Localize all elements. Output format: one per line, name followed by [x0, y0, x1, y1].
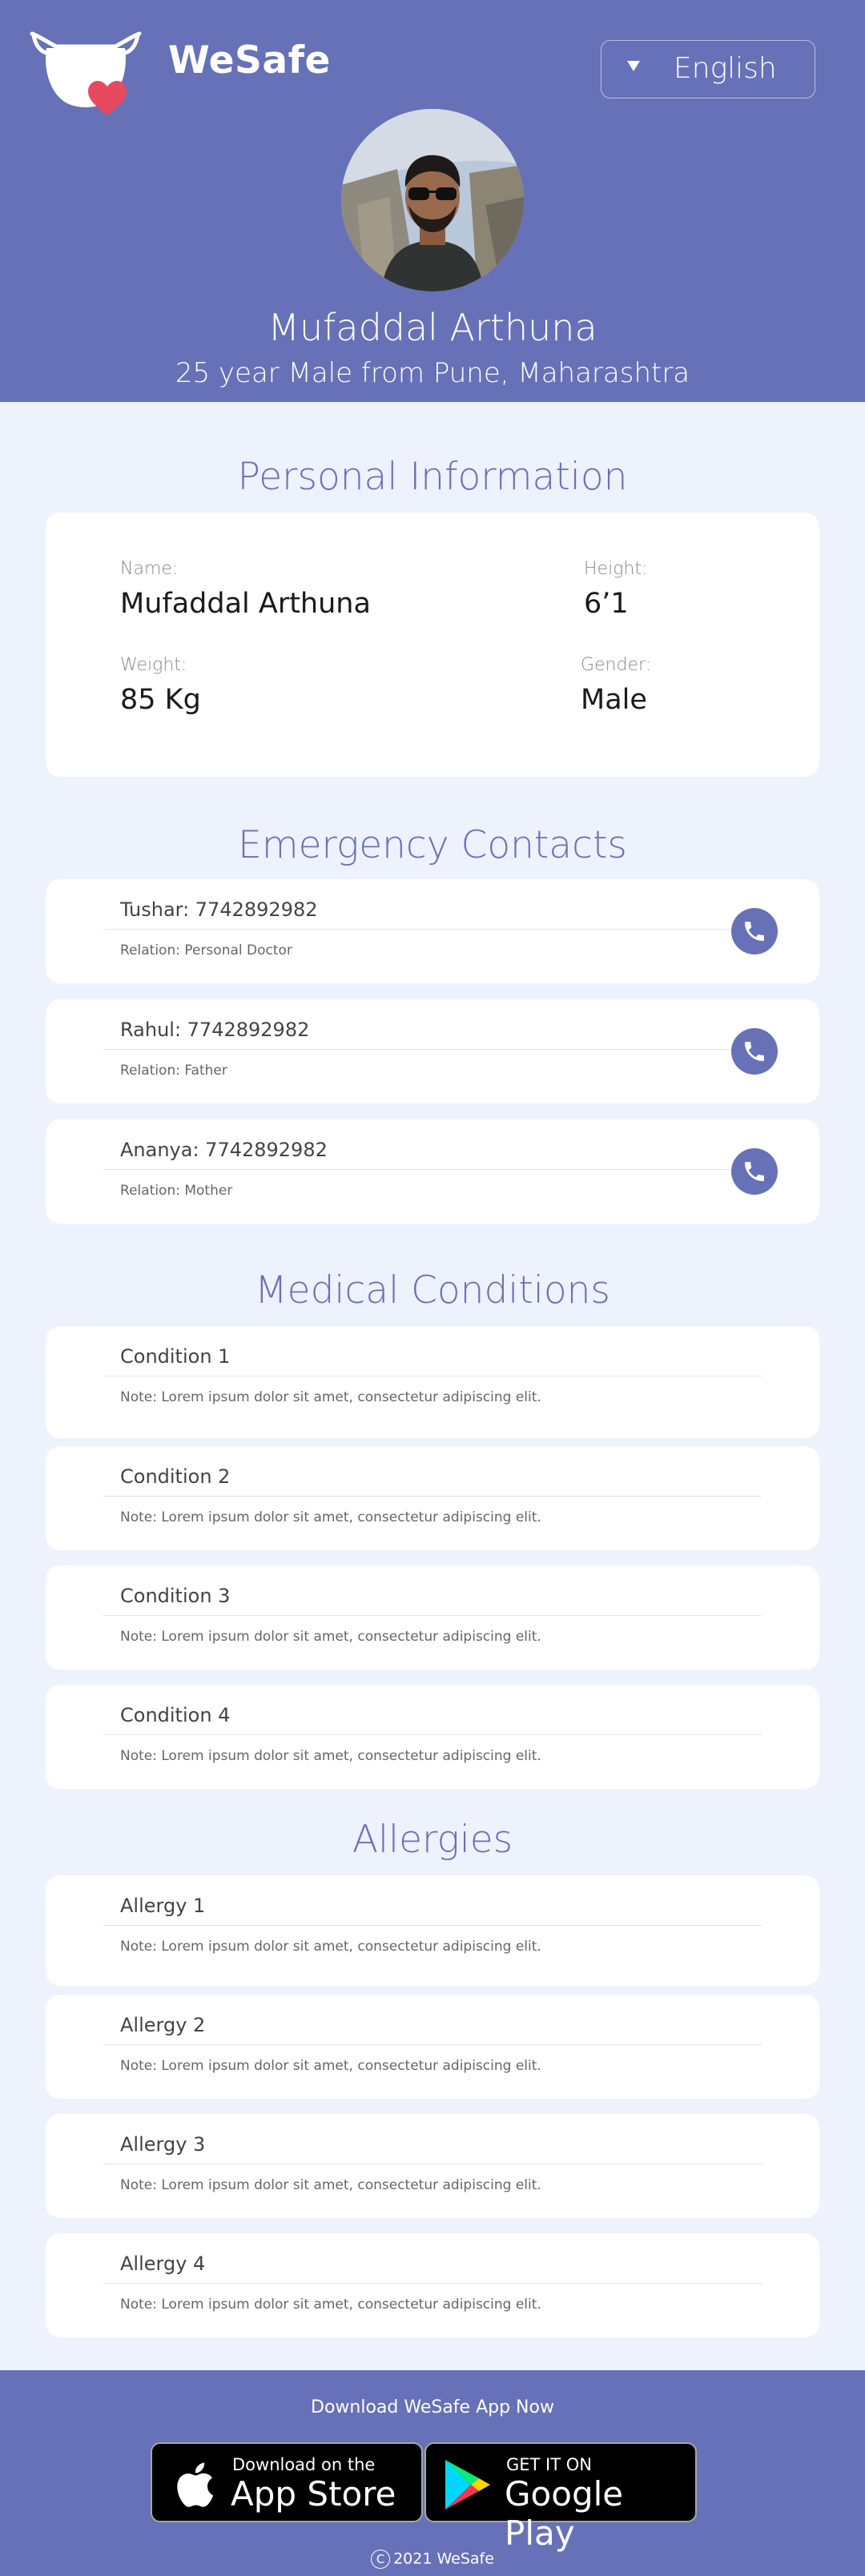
google-play-icon — [445, 2460, 490, 2510]
divider — [103, 1734, 762, 1735]
apple-icon — [177, 2462, 214, 2507]
divider — [103, 929, 739, 930]
allergy-title: Allergy 2 — [120, 2014, 206, 2036]
contact-card: Rahul: 7742892982 Relation: Father — [46, 999, 819, 1103]
weight-label: Weight: — [120, 655, 187, 675]
playstore-big-text: Google Play — [505, 2474, 624, 2553]
name-label: Name: — [120, 559, 179, 579]
contact-relation: Relation: Personal Doctor — [120, 942, 292, 958]
condition-card: Condition 2 Note: Lorem ipsum dolor sit … — [46, 1446, 819, 1550]
condition-title: Condition 2 — [120, 1465, 231, 1488]
emergency-contacts-title: Emergency Contacts — [238, 823, 627, 867]
weight-value: 85 Kg — [120, 684, 201, 716]
divider — [103, 1169, 739, 1170]
copyright: C 2021 WeSafe — [0, 2550, 865, 2569]
caret-down-icon — [627, 61, 640, 71]
avatar — [341, 109, 524, 291]
condition-title: Condition 4 — [120, 1704, 231, 1726]
divider — [103, 1496, 762, 1497]
language-label: English — [674, 52, 777, 85]
name-value: Mufaddal Arthuna — [120, 588, 371, 620]
gender-value: Male — [581, 684, 647, 716]
allergy-note: Note: Lorem ipsum dolor sit amet, consec… — [120, 2177, 541, 2193]
allergy-card: Allergy 3 Note: Lorem ipsum dolor sit am… — [46, 2114, 819, 2218]
download-text: Download WeSafe App Now — [311, 2397, 554, 2417]
condition-title: Condition 1 — [120, 1345, 231, 1368]
profile-name: Mufaddal Arthuna — [268, 306, 597, 349]
app-store-button[interactable]: Download on the App Store — [151, 2442, 423, 2522]
contact-relation: Relation: Mother — [120, 1183, 233, 1199]
personal-info-title: Personal Information — [237, 455, 628, 499]
divider — [103, 2283, 762, 2284]
divider — [103, 1925, 762, 1926]
condition-note: Note: Lorem ipsum dolor sit amet, consec… — [120, 1748, 541, 1764]
condition-note: Note: Lorem ipsum dolor sit amet, consec… — [120, 1389, 541, 1405]
condition-note: Note: Lorem ipsum dolor sit amet, consec… — [120, 1509, 541, 1525]
phone-icon — [745, 1162, 764, 1181]
allergy-card: Allergy 2 Note: Lorem ipsum dolor sit am… — [46, 1995, 819, 2099]
allergies-title: Allergies — [352, 1818, 513, 1862]
call-button[interactable] — [731, 1028, 778, 1075]
call-button[interactable] — [731, 908, 778, 954]
language-selector[interactable]: English — [601, 40, 815, 98]
allergy-note: Note: Lorem ipsum dolor sit amet, consec… — [120, 2058, 541, 2074]
contact-name: Ananya: 7742892982 — [120, 1139, 328, 1161]
contact-card: Tushar: 7742892982 Relation: Personal Do… — [46, 879, 819, 983]
profile-subtitle: 25 year Male from Pune, Maharashtra — [175, 357, 690, 389]
divider — [103, 2044, 762, 2045]
copyright-text: 2021 WeSafe — [393, 2550, 494, 2568]
contact-name: Tushar: 7742892982 — [120, 898, 318, 921]
allergy-title: Allergy 4 — [120, 2252, 206, 2275]
brand-name: WeSafe — [168, 38, 331, 82]
divider — [103, 1049, 739, 1050]
phone-icon — [745, 922, 764, 941]
google-play-button[interactable]: GET IT ON Google Play — [424, 2442, 697, 2553]
condition-note: Note: Lorem ipsum dolor sit amet, consec… — [120, 1629, 541, 1645]
appstore-big-text: App Store — [231, 2474, 396, 2514]
height-label: Height: — [584, 559, 648, 579]
condition-card: Condition 1 Note: Lorem ipsum dolor sit … — [46, 1326, 819, 1438]
contact-relation: Relation: Father — [120, 1063, 227, 1079]
mask-heart-logo-icon — [30, 31, 142, 115]
condition-title: Condition 3 — [120, 1585, 231, 1607]
allergy-card: Allergy 1 Note: Lorem ipsum dolor sit am… — [46, 1875, 819, 1986]
condition-card: Condition 4 Note: Lorem ipsum dolor sit … — [46, 1685, 819, 1789]
allergy-card: Allergy 4 Note: Lorem ipsum dolor sit am… — [46, 2233, 819, 2337]
medical-conditions-title: Medical Conditions — [255, 1268, 610, 1312]
gender-label: Gender: — [581, 655, 652, 675]
divider — [103, 1615, 762, 1616]
copyright-icon: C — [371, 2550, 391, 2569]
height-value: 6’1 — [584, 588, 629, 620]
playstore-small-text: GET IT ON — [506, 2455, 592, 2474]
condition-card: Condition 3 Note: Lorem ipsum dolor sit … — [46, 1565, 819, 1670]
phone-icon — [745, 1042, 764, 1061]
appstore-small-text: Download on the — [232, 2455, 376, 2474]
allergy-note: Note: Lorem ipsum dolor sit amet, consec… — [120, 1939, 541, 1955]
footer: Download WeSafe App Now Download on the … — [0, 2370, 865, 2576]
contact-name: Rahul: 7742892982 — [120, 1019, 310, 1041]
call-button[interactable] — [731, 1148, 778, 1195]
contact-card: Ananya: 7742892982 Relation: Mother — [46, 1119, 819, 1224]
personal-info-card: Name: Mufaddal Arthuna Height: 6’1 Weigh… — [46, 512, 819, 777]
header: WeSafe English Mufaddal Arthuna 25 year … — [0, 0, 865, 402]
allergy-title: Allergy 1 — [120, 1895, 206, 1917]
allergy-title: Allergy 3 — [120, 2133, 206, 2156]
allergy-note: Note: Lorem ipsum dolor sit amet, consec… — [120, 2297, 541, 2313]
